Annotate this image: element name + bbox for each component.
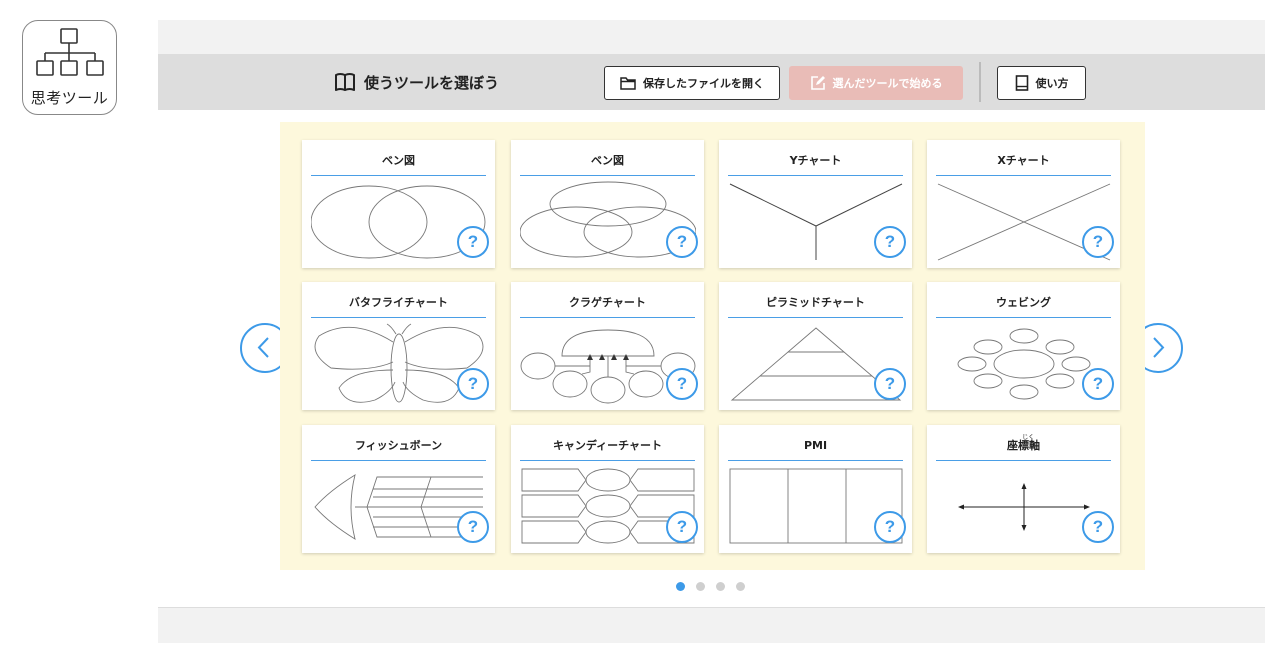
- open-saved-file-button[interactable]: 保存したファイルを開く: [604, 66, 780, 100]
- help-button[interactable]: ?: [457, 511, 489, 543]
- tool-card-title: キャンディーチャート: [520, 437, 695, 461]
- help-button[interactable]: ?: [1082, 368, 1114, 400]
- tool-card-y-chart[interactable]: Yチャート ?: [719, 140, 912, 268]
- open-saved-file-label: 保存したファイルを開く: [643, 77, 764, 90]
- tool-card-venn-2[interactable]: ベン図 ?: [302, 140, 495, 268]
- help-button[interactable]: ?: [666, 226, 698, 258]
- pagination-dots: [676, 582, 745, 591]
- notebook-icon: [1015, 75, 1028, 91]
- edit-icon: [810, 76, 825, 90]
- tool-card-webbing[interactable]: ウェビング ?: [927, 282, 1120, 410]
- tool-card-title: Yチャート: [728, 152, 903, 176]
- help-button[interactable]: ?: [457, 368, 489, 400]
- tool-card-title: PMI: [728, 437, 903, 461]
- toolbar-title: 使うツールを選ぼう: [334, 70, 499, 94]
- tool-card-candy[interactable]: キャンディーチャート ?: [511, 425, 704, 553]
- tool-card-title: ベン図: [520, 152, 695, 176]
- help-button[interactable]: ?: [874, 511, 906, 543]
- page-dot-1[interactable]: [676, 582, 685, 591]
- help-button[interactable]: ?: [874, 226, 906, 258]
- tool-card-jellyfish[interactable]: クラゲチャート ?: [511, 282, 704, 410]
- help-button[interactable]: ?: [874, 368, 906, 400]
- tool-card-title: フィッシュボーン: [311, 437, 486, 461]
- how-to-use-label: 使い方: [1035, 77, 1069, 90]
- tool-card-title: ピラミッドチャート: [728, 294, 903, 318]
- how-to-use-button[interactable]: 使い方: [997, 66, 1086, 100]
- page-title: 使うツールを選ぼう: [364, 73, 500, 92]
- tool-card-fishbone[interactable]: フィッシュボーン ?: [302, 425, 495, 553]
- toolbar-divider: [979, 62, 981, 102]
- tool-card-venn-3[interactable]: ベン図 ?: [511, 140, 704, 268]
- app-logo[interactable]: 思考ツール: [22, 20, 117, 115]
- tool-card-title: クラゲチャート: [520, 294, 695, 318]
- tool-card-pyramid[interactable]: ピラミッドチャート ?: [719, 282, 912, 410]
- tool-card-title: ベン図: [311, 152, 486, 176]
- top-strip: [158, 20, 1265, 54]
- tool-card-title: Xチャート: [936, 152, 1111, 176]
- footer-bar: [158, 607, 1265, 643]
- open-book-icon: [335, 73, 355, 91]
- tool-card-title: ウェビング: [936, 294, 1111, 318]
- tool-card-title: バタフライチャート: [311, 294, 486, 318]
- tool-card-title: 座標軸 じく: [936, 434, 1111, 461]
- tool-card-butterfly[interactable]: バタフライチャート ?: [302, 282, 495, 410]
- tool-card-pmi[interactable]: PMI ?: [719, 425, 912, 553]
- tool-card-coordinate-axes[interactable]: 座標軸 じく ?: [927, 425, 1120, 553]
- start-with-selected-tool-button[interactable]: 選んだツールで始める: [789, 66, 963, 100]
- start-with-selected-tool-label: 選んだツールで始める: [832, 77, 943, 90]
- toolbar: 使うツールを選ぼう 保存したファイルを開く 選んだツールで始める 使い方: [158, 54, 1265, 110]
- help-button[interactable]: ?: [1082, 226, 1114, 258]
- page-dot-3[interactable]: [716, 582, 725, 591]
- page-dot-4[interactable]: [736, 582, 745, 591]
- help-button[interactable]: ?: [1082, 511, 1114, 543]
- app-label: 思考ツール: [30, 89, 109, 107]
- help-button[interactable]: ?: [457, 226, 489, 258]
- tool-grid: ベン図 ? ベン図 ? Yチャート ? Xチャート ? バタフライチャート ? …: [280, 122, 1145, 570]
- help-button[interactable]: ?: [666, 511, 698, 543]
- tool-card-title-ruby: じく: [1022, 434, 1035, 441]
- tool-card-x-chart[interactable]: Xチャート ?: [927, 140, 1120, 268]
- page-dot-2[interactable]: [696, 582, 705, 591]
- help-button[interactable]: ?: [666, 368, 698, 400]
- folder-icon: [620, 77, 636, 90]
